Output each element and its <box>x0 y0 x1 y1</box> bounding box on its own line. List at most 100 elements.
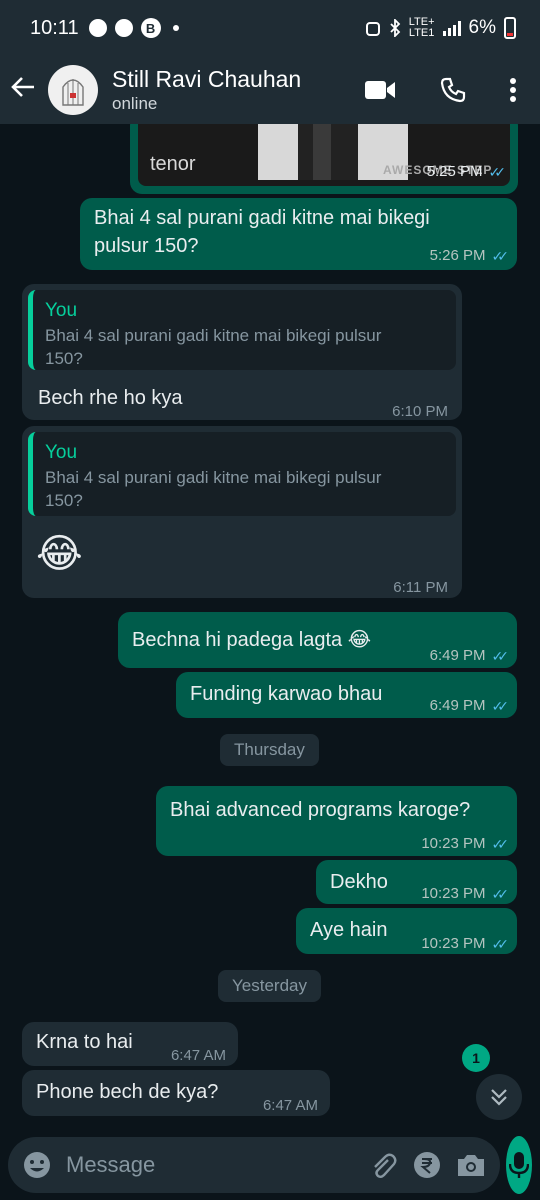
b-app-notification-icon: B <box>140 18 161 38</box>
emoji-icon[interactable] <box>22 1150 52 1180</box>
message-meta: 5:26 PM ✓✓ <box>429 242 510 270</box>
chat-header: Still Ravi Chauhan online <box>0 56 540 124</box>
contact-info[interactable]: Still Ravi Chauhan online <box>112 65 364 115</box>
more-vertical-icon[interactable] <box>510 78 516 102</box>
date-divider: Thursday <box>220 734 319 766</box>
quote-text-line: Bhai 4 sal purani gadi kitne mai bikegi … <box>45 326 382 345</box>
message-time: 10:23 PM <box>421 835 486 852</box>
more-notifications-dot-icon <box>172 25 179 31</box>
alarm-icon <box>365 22 380 36</box>
header-actions <box>364 77 530 103</box>
message-text: Bechna hi padega lagta 😂 <box>132 629 372 651</box>
quote-text-line: 150? <box>45 349 83 368</box>
quote-text-line: 150? <box>45 491 83 510</box>
message-line: pulsur 150? <box>94 235 199 257</box>
gif-source-label: tenor <box>150 153 196 175</box>
message-time: 6:49 PM <box>429 647 486 664</box>
battery-percent: 6% <box>468 17 496 38</box>
message-text: Krna to hai <box>36 1031 133 1053</box>
outgoing-message[interactable]: Bhai advanced programs karoge? 10:23 PM … <box>156 786 517 856</box>
incoming-reply-message[interactable]: You Bhai 4 sal purani gadi kitne mai bik… <box>22 426 462 598</box>
chevron-double-down-icon <box>491 1089 507 1106</box>
gif-tie <box>313 124 331 180</box>
contact-avatar[interactable] <box>48 65 98 115</box>
quote-author: You <box>45 300 78 321</box>
message-meta: 6:49 PM ✓✓ <box>429 642 510 670</box>
status-bar: 10:11 B LTE+ LTE1 6% <box>0 0 540 56</box>
chat-notification-icon <box>88 19 107 37</box>
message-time: 6:11 PM <box>393 579 448 596</box>
read-ticks-icon: ✓✓ <box>491 936 510 952</box>
message-text: Aye hain <box>310 919 388 941</box>
message-time: 5:26 PM <box>429 247 486 264</box>
voice-record-button[interactable] <box>506 1136 532 1194</box>
unread-count-badge: 1 <box>462 1044 490 1072</box>
chat-area[interactable]: AWESOME STEP tenor 5:25 PM ✓✓ Bhai 4 sal… <box>0 124 540 1130</box>
incoming-message[interactable]: Phone bech de kya? 6:47 AM <box>22 1070 330 1116</box>
message-meta: 5:25 PM ✓✓ <box>426 158 507 186</box>
back-arrow-icon[interactable] <box>10 73 40 107</box>
incoming-reply-message[interactable]: You Bhai 4 sal purani gadi kitne mai bik… <box>22 284 462 420</box>
message-meta: 6:11 PM <box>393 574 448 602</box>
message-time: 10:23 PM <box>421 935 486 952</box>
message-meta: 10:23 PM ✓✓ <box>421 930 510 958</box>
message-time: 5:25 PM <box>426 163 483 180</box>
message-time: 6:47 AM <box>262 1097 318 1114</box>
network-type-label: LTE+ LTE1 <box>409 17 435 39</box>
camera-icon[interactable] <box>456 1152 486 1178</box>
message-text: Bech rhe ho kya <box>38 387 183 409</box>
status-notification-icons: B <box>88 18 179 38</box>
contact-name: Still Ravi Chauhan <box>112 66 302 92</box>
message-text: Dekho <box>330 871 388 893</box>
read-ticks-icon: ✓✓ <box>491 248 510 264</box>
quote-author: You <box>45 442 78 463</box>
message-text: 😂 <box>36 531 83 577</box>
message-time: 6:10 PM <box>392 403 448 420</box>
read-ticks-icon: ✓✓ <box>491 836 510 852</box>
quoted-message[interactable]: You Bhai 4 sal purani gadi kitne mai bik… <box>28 432 456 516</box>
quoted-message[interactable]: You Bhai 4 sal purani gadi kitne mai bik… <box>28 290 456 370</box>
message-text: Phone bech de kya? <box>36 1081 219 1103</box>
phone-icon[interactable] <box>440 77 466 103</box>
message-input[interactable] <box>66 1152 354 1178</box>
mic-icon <box>509 1152 529 1178</box>
message-meta: 6:47 AM <box>263 1092 318 1120</box>
read-ticks-icon: ✓✓ <box>488 164 507 180</box>
outgoing-message[interactable]: Aye hain 10:23 PM ✓✓ <box>296 908 517 954</box>
outgoing-message[interactable]: Bechna hi padega lagta 😂 6:49 PM ✓✓ <box>118 612 517 668</box>
contact-status: online <box>112 94 158 113</box>
message-meta: 6:10 PM <box>392 398 448 426</box>
attach-icon[interactable] <box>368 1150 398 1180</box>
network-type-secondary: LTE1 <box>408 27 435 39</box>
battery-icon <box>504 17 516 39</box>
message-text: Funding karwao bhau <box>190 683 383 705</box>
message-time: 6:47 AM <box>170 1047 226 1064</box>
quote-text-line: Bhai 4 sal purani gadi kitne mai bikegi … <box>45 468 382 487</box>
gif-message[interactable]: AWESOME STEP tenor 5:25 PM ✓✓ <box>130 124 518 194</box>
message-time: 6:49 PM <box>429 697 486 714</box>
outgoing-message[interactable]: Bhai 4 sal purani gadi kitne mai bikegi … <box>80 198 517 270</box>
birdcage-icon <box>62 79 84 106</box>
message-meta: 10:23 PM ✓✓ <box>421 880 510 908</box>
message-text: Bhai 4 sal purani gadi kitne mai bikegi … <box>94 204 430 260</box>
outgoing-message[interactable]: Funding karwao bhau 6:49 PM ✓✓ <box>176 672 517 718</box>
outgoing-message[interactable]: Dekho 10:23 PM ✓✓ <box>316 860 517 904</box>
message-input-bar <box>0 1130 540 1200</box>
incoming-message[interactable]: Krna to hai 6:47 AM <box>22 1022 238 1066</box>
message-meta: 6:49 PM ✓✓ <box>429 692 510 720</box>
read-ticks-icon: ✓✓ <box>491 886 510 902</box>
message-meta: 10:23 PM ✓✓ <box>421 830 510 858</box>
status-system-icons: LTE+ LTE1 6% <box>365 17 516 39</box>
alert-notification-icon <box>114 19 133 37</box>
signal-strength-icon <box>442 20 461 36</box>
message-line: Bhai 4 sal purani gadi kitne mai bikegi <box>94 207 430 229</box>
bluetooth-icon <box>390 19 401 37</box>
scroll-to-bottom-button[interactable] <box>476 1074 522 1120</box>
video-call-icon[interactable] <box>364 79 396 101</box>
message-meta: 6:47 AM <box>171 1042 226 1070</box>
message-composer <box>8 1137 500 1193</box>
message-time: 10:23 PM <box>421 885 486 902</box>
read-ticks-icon: ✓✓ <box>491 648 510 664</box>
rupee-icon[interactable] <box>412 1150 442 1180</box>
status-time: 10:11 <box>30 16 79 39</box>
